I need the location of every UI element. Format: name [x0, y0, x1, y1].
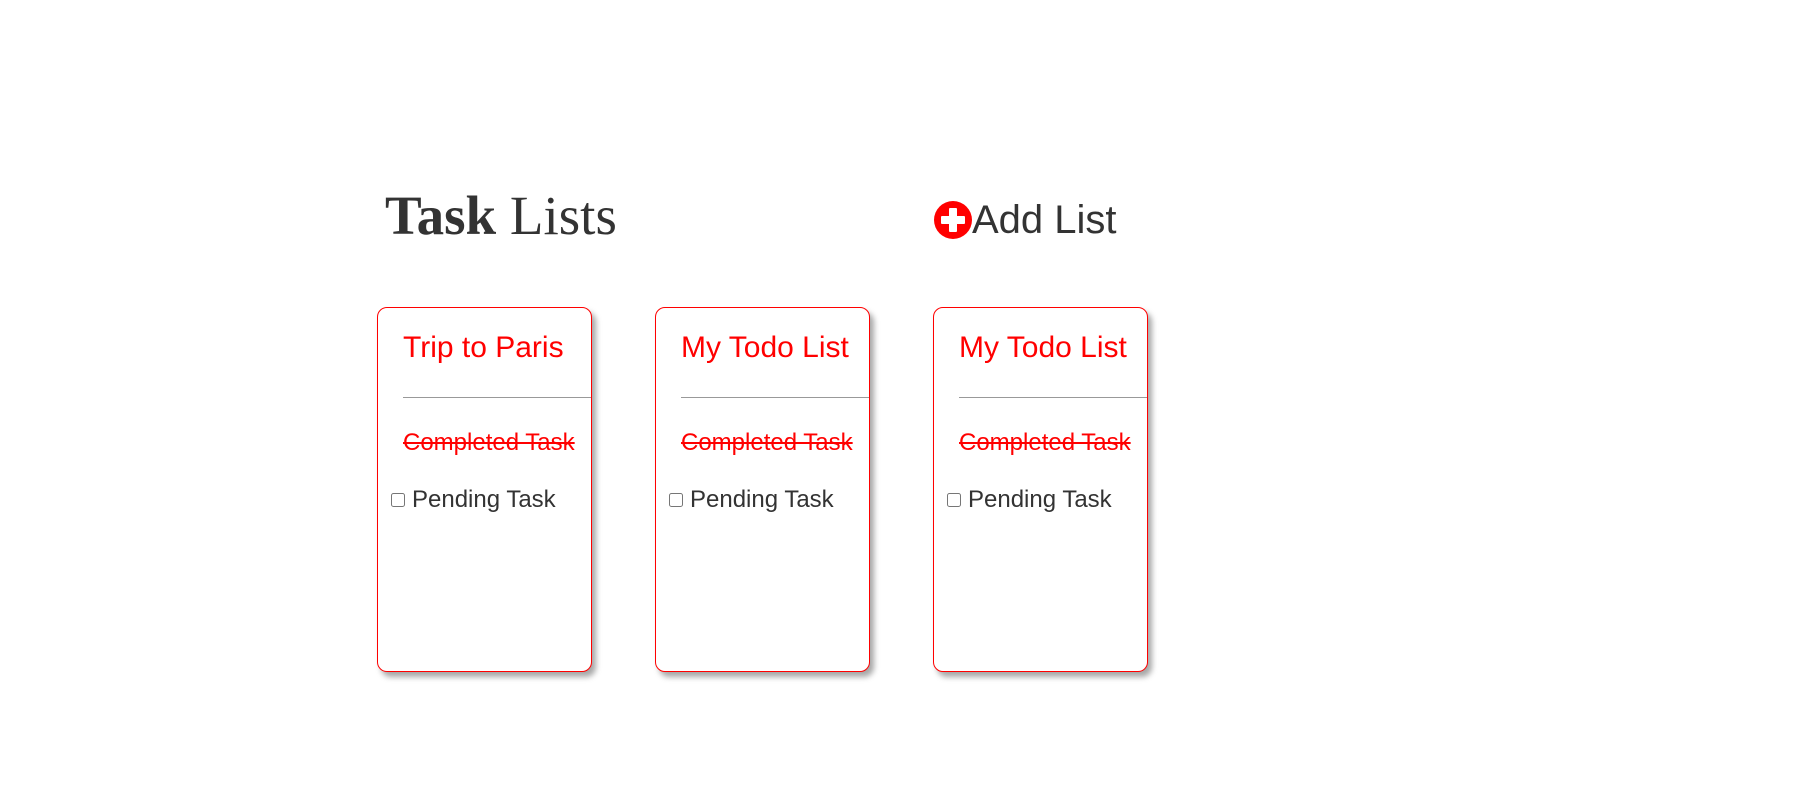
task-lists-container: Trip to Paris Completed Task Pending Tas…: [377, 307, 1148, 672]
pending-task[interactable]: Pending Task: [669, 485, 834, 515]
add-list-label[interactable]: Add List: [972, 198, 1117, 242]
page-title-bold: Task: [385, 185, 497, 246]
task-list-card: Trip to Paris Completed Task Pending Tas…: [377, 307, 592, 672]
page-title-rest: Lists: [496, 185, 617, 246]
list-title[interactable]: My Todo List: [959, 330, 1127, 366]
task-list-card: My Todo List Completed Task Pending Task: [655, 307, 870, 672]
list-divider: [959, 397, 1147, 398]
page-title: Task Lists: [385, 186, 617, 246]
list-title[interactable]: My Todo List: [681, 330, 849, 366]
pending-task-checkbox[interactable]: [947, 493, 961, 507]
pending-task[interactable]: Pending Task: [391, 485, 556, 515]
pending-task-label[interactable]: Pending Task: [412, 485, 556, 515]
pending-task[interactable]: Pending Task: [947, 485, 1112, 515]
pending-task-checkbox[interactable]: [669, 493, 683, 507]
completed-task[interactable]: Completed Task: [403, 428, 575, 458]
list-divider: [681, 397, 869, 398]
list-divider: [403, 397, 591, 398]
pending-task-label[interactable]: Pending Task: [690, 485, 834, 515]
task-list-card: My Todo List Completed Task Pending Task: [933, 307, 1148, 672]
add-list-button[interactable]: Add List: [934, 198, 1117, 242]
completed-task[interactable]: Completed Task: [681, 428, 853, 458]
pending-task-label[interactable]: Pending Task: [968, 485, 1112, 515]
plus-circle-icon[interactable]: [934, 201, 972, 239]
list-title[interactable]: Trip to Paris: [403, 330, 564, 366]
completed-task[interactable]: Completed Task: [959, 428, 1131, 458]
pending-task-checkbox[interactable]: [391, 493, 405, 507]
